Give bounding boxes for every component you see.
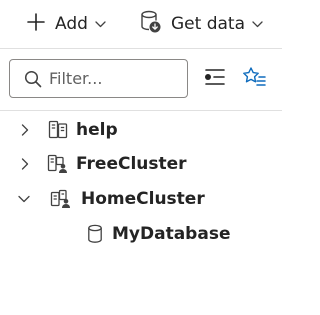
- filter-divider: [0, 110, 282, 111]
- plus-icon: [26, 12, 46, 36]
- get-data-button[interactable]: Get data: [140, 8, 263, 40]
- chevron-right-icon[interactable]: [18, 157, 32, 171]
- chevron-down-icon[interactable]: [17, 192, 31, 206]
- tree-item-label: help: [76, 120, 118, 140]
- add-button[interactable]: Add: [26, 8, 106, 40]
- chevron-right-icon[interactable]: [18, 123, 32, 137]
- tree-item-label: HomeCluster: [81, 189, 205, 209]
- cluster-icon: [47, 119, 69, 141]
- free-cluster-icon: [47, 153, 69, 175]
- home-cluster-icon: [50, 188, 72, 210]
- tree-item-homecluster[interactable]: HomeCluster: [0, 184, 282, 214]
- tree-item-label: MyDatabase: [112, 224, 231, 244]
- tree-item-mydatabase[interactable]: MyDatabase: [0, 219, 282, 249]
- filter-field[interactable]: [9, 59, 188, 98]
- add-button-label: Add: [55, 14, 88, 34]
- chevron-down-icon: [95, 20, 106, 28]
- tree-item-label: FreeCluster: [76, 154, 187, 174]
- database-download-icon: [140, 10, 162, 38]
- favorites-filter-button[interactable]: [241, 66, 267, 92]
- filter-input[interactable]: [49, 69, 179, 88]
- chevron-down-icon: [252, 20, 263, 28]
- search-icon: [24, 70, 42, 88]
- database-explorer-panel: Add Get data Filter... help FreeCluster …: [0, 0, 282, 315]
- tree-item-help[interactable]: help: [0, 115, 282, 145]
- database-icon: [84, 223, 106, 245]
- get-data-button-label: Get data: [171, 14, 245, 34]
- filter-options-button[interactable]: [202, 66, 228, 92]
- toolbar-divider: [0, 48, 282, 49]
- explorer-toolbar: Add Get data: [0, 0, 282, 48]
- list-filter-icon: [204, 67, 226, 91]
- star-list-icon: [242, 66, 266, 92]
- tree-item-freecluster[interactable]: FreeCluster: [0, 149, 282, 179]
